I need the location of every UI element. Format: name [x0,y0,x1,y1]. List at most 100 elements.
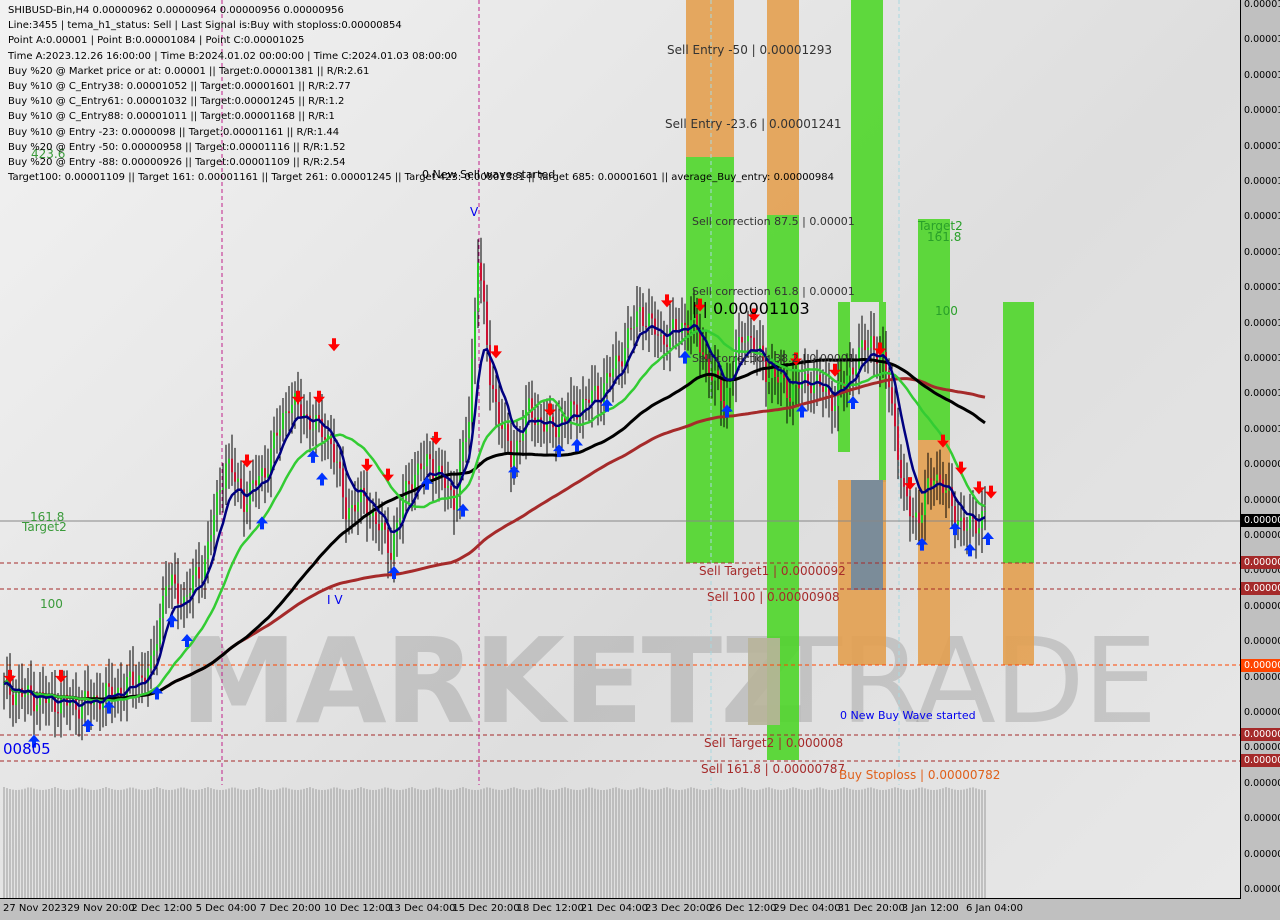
candle-body [153,650,155,656]
price-tick-label: 0.0000107 [1244,353,1280,364]
candle-body [351,504,353,508]
price-tick-label: 0.00001245 [1244,105,1280,117]
candle-body [12,694,14,706]
time-tick-label: 29 Nov 20:00 [67,903,135,914]
candle-body [171,574,173,586]
candle-body [192,575,194,594]
time-tick-label: 3 Jan 12:00 [901,903,959,914]
price-tick-label: 0.00001045 [1244,388,1280,400]
chart-area[interactable]: MARKETZ TRADE SHIBUSD-Bin,H4 0.00000962 … [0,0,1241,899]
candle-body [426,454,428,467]
candle-body [636,311,638,327]
candle-body [468,421,470,439]
candle-body [606,373,608,384]
candle-body [663,334,665,345]
price-tick-label: 0.00000895 [1244,600,1280,612]
time-tick-label: 21 Dec 04:00 [580,903,649,914]
candle-body [354,504,356,512]
candle-body [291,404,293,414]
candle-body [906,486,908,497]
candle-body [618,355,620,362]
time-tick-label: 31 Dec 20:00 [837,903,905,914]
price-tick-label: 0.0000122 [1244,140,1280,152]
candle-body [669,328,671,347]
candle-body [966,528,968,531]
candle-body [312,429,314,431]
candle-body [261,468,263,477]
candle-body [201,578,203,580]
candle-body [336,461,338,463]
candle-body [939,474,941,480]
candle-body [684,322,686,326]
candle-body [405,481,407,499]
info-panel: SHIBUSD-Bin,H4 0.00000962 0.00000964 0.0… [8,3,834,185]
candle-body [60,697,62,714]
candle-body [165,586,167,596]
candle-body [633,326,635,329]
candle-body [198,567,200,579]
info-line: Time A:2023.12.26 16:00:00 | Time B:2024… [8,50,458,62]
candle-body [771,368,773,378]
candle-body [954,506,956,525]
sell-arrow-icon [904,477,916,491]
price-tick-label: 0.0000072 [1244,848,1280,860]
price-tick-label: 0.0000082 [1244,707,1280,718]
candle-body [744,341,746,343]
candle-body [417,463,419,475]
sell-arrow-icon [313,390,325,404]
candle-body [741,336,743,343]
candle-body [342,468,344,498]
candle-body [315,415,317,430]
sell-arrow-icon [973,481,985,495]
candle-body [558,425,560,438]
candle-body [957,520,959,525]
candle-body [345,497,347,520]
fib-zone [1003,563,1034,665]
price-tick-label: 0.00000995 [1244,459,1280,471]
time-tick-label: 7 Dec 20:00 [259,903,321,914]
candle-body [318,415,320,419]
candle-body [555,427,557,438]
candle-body [903,478,905,487]
candle-body [645,325,647,327]
candle-body [822,386,824,392]
time-tick-label: 23 Dec 20:00 [645,903,713,914]
price-tick-label: 0.0000077 [1244,777,1280,789]
candle-body [891,387,893,404]
sell-correction-382-label: Sell correction 38.2 | 0.00001 [692,352,855,365]
candle-body [975,518,977,534]
info-line: Line:3455 | tema_h1_status: Sell | Last … [8,20,402,32]
candle-body [570,401,572,417]
candle-body [642,307,644,326]
candle-body [399,518,401,523]
candle-body [387,529,389,553]
candle-body [912,516,914,518]
candle-body [15,693,17,706]
candle-body [447,485,449,488]
time-tick-label: 6 Jan 04:00 [966,903,1023,914]
candle-body [24,694,26,697]
candle-body [627,328,629,349]
sell-target1-price-tag: 0.0000092 [1241,556,1280,569]
candle-body [672,319,674,329]
candle-body [189,593,191,596]
candle-body [219,489,221,493]
candle-body [285,411,287,414]
candle-body [810,385,812,394]
candle-body [723,401,725,408]
candle-body [597,385,599,401]
candle-body [462,442,464,462]
candle-body [429,454,431,460]
candle-body [675,319,677,331]
sell-arrow-icon [382,468,394,482]
candle-body [210,535,212,542]
candle-body [273,432,275,449]
candle-body [279,429,281,436]
candle-body [162,595,164,619]
candle-body [900,459,902,479]
candle-body [855,369,857,375]
sell-arrow-icon [661,294,673,308]
price-tick-label: 0.0000117 [1244,211,1280,223]
wave-iv-label: I V [327,593,343,607]
candle-body [648,313,650,327]
